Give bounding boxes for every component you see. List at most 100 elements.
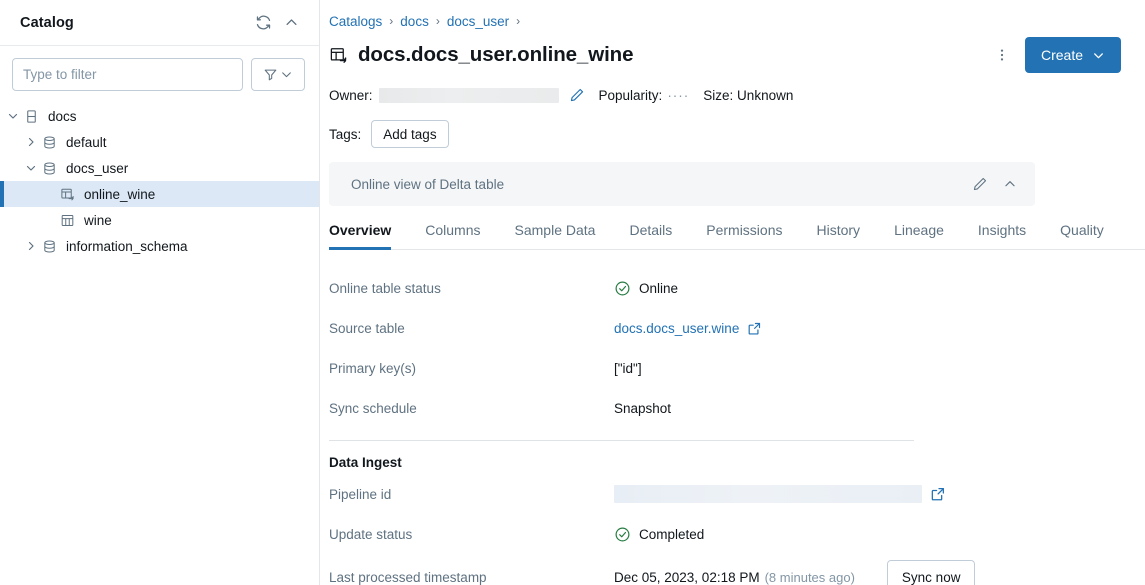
sync-now-button[interactable]: Sync now bbox=[887, 560, 976, 585]
pipeline-id-redacted bbox=[614, 485, 922, 503]
tab-quality[interactable]: Quality bbox=[1060, 218, 1104, 250]
page-title: docs.docs_user.online_wine bbox=[358, 43, 633, 67]
property-row-last-processed-timestamp: Last processed timestamp Dec 05, 2023, 0… bbox=[329, 554, 1029, 585]
popularity-value: ···· bbox=[667, 88, 689, 103]
timestamp-text: Dec 05, 2023, 02:18 PM bbox=[614, 570, 760, 585]
tree-item-label: information_schema bbox=[66, 239, 188, 254]
breadcrumb-separator: › bbox=[516, 14, 520, 28]
add-tags-button[interactable]: Add tags bbox=[371, 120, 448, 148]
sidebar-title: Catalog bbox=[20, 15, 249, 31]
popularity-label: Popularity: bbox=[599, 88, 663, 103]
chevron-up-icon[interactable] bbox=[995, 169, 1025, 199]
tree-item-docs_user[interactable]: docs_user bbox=[0, 155, 319, 181]
tab-details[interactable]: Details bbox=[629, 218, 672, 250]
tab-history[interactable]: History bbox=[817, 218, 861, 250]
tree-item-docs[interactable]: docs bbox=[0, 103, 319, 129]
funnel-icon bbox=[263, 67, 278, 82]
breadcrumb: Catalogs › docs › docs_user › bbox=[329, 8, 1121, 32]
create-button[interactable]: Create bbox=[1025, 37, 1121, 73]
filter-button[interactable] bbox=[251, 58, 305, 91]
catalog-tree: docs default docs_user online_winewine infor… bbox=[0, 101, 319, 259]
chevron-up-icon[interactable] bbox=[277, 9, 305, 37]
tab-insights[interactable]: Insights bbox=[978, 218, 1026, 250]
tree-item-label: online_wine bbox=[84, 187, 155, 202]
tab-overview[interactable]: Overview bbox=[329, 218, 391, 250]
breadcrumb-item-catalogs[interactable]: Catalogs bbox=[329, 14, 382, 29]
relative-time-text: (8 minutes ago) bbox=[765, 570, 855, 585]
sidebar-header: Catalog bbox=[0, 0, 319, 46]
breadcrumb-separator: › bbox=[436, 14, 440, 28]
chevron-down-icon bbox=[280, 68, 293, 81]
overview-properties: Online table status Online Source table … bbox=[329, 268, 919, 585]
breadcrumb-item-docs[interactable]: docs bbox=[400, 14, 429, 29]
property-value: Completed bbox=[614, 526, 1029, 543]
property-label: Pipeline id bbox=[329, 487, 614, 502]
property-value: Dec 05, 2023, 02:18 PM (8 minutes ago) S… bbox=[614, 560, 1029, 585]
property-value: docs.docs_user.wine bbox=[614, 321, 762, 336]
description-box: Online view of Delta table bbox=[329, 162, 1035, 206]
owner-value-redacted bbox=[379, 88, 559, 103]
property-value: Online bbox=[614, 280, 678, 297]
property-value bbox=[614, 485, 1029, 503]
property-value: Snapshot bbox=[614, 401, 671, 416]
tree-item-label: docs bbox=[48, 109, 77, 124]
property-label: Primary key(s) bbox=[329, 361, 614, 376]
refresh-icon[interactable] bbox=[249, 9, 277, 37]
tags-label: Tags: bbox=[329, 127, 361, 142]
app-root: Catalog bbox=[0, 0, 1145, 585]
check-circle-icon bbox=[614, 280, 631, 297]
property-row-sync-schedule: Sync schedule Snapshot bbox=[329, 388, 919, 428]
owner-label: Owner: bbox=[329, 88, 373, 103]
description-text: Online view of Delta table bbox=[351, 177, 965, 192]
section-divider bbox=[329, 440, 914, 441]
chevron-down-icon[interactable] bbox=[22, 159, 40, 177]
chevron-down-icon[interactable] bbox=[4, 107, 22, 125]
chevron-down-icon bbox=[1092, 49, 1105, 62]
property-row-online-table-status: Online table status Online bbox=[329, 268, 919, 308]
chevron-right-icon[interactable] bbox=[22, 133, 40, 151]
size-label: Size: Unknown bbox=[703, 88, 793, 103]
property-row-update-status: Update status Completed bbox=[329, 514, 1029, 554]
more-vertical-icon[interactable] bbox=[987, 40, 1017, 70]
tree-item-label: docs_user bbox=[66, 161, 128, 176]
external-link-icon[interactable] bbox=[747, 321, 762, 336]
sidebar-filter-row bbox=[0, 46, 319, 101]
property-label: Source table bbox=[329, 321, 614, 336]
tree-item-default[interactable]: default bbox=[0, 129, 319, 155]
tags-row: Tags: Add tags bbox=[329, 120, 1121, 148]
property-row-source-table: Source table docs.docs_user.wine bbox=[329, 308, 919, 348]
metadata-row: Owner: Popularity: ···· Size: Unknown bbox=[329, 84, 1121, 106]
external-link-icon[interactable] bbox=[930, 486, 946, 502]
tab-lineage[interactable]: Lineage bbox=[894, 218, 944, 250]
breadcrumb-separator: › bbox=[389, 14, 393, 28]
property-label: Online table status bbox=[329, 281, 614, 296]
catalog-sidebar: Catalog bbox=[0, 0, 320, 585]
property-value: ["id"] bbox=[614, 361, 642, 376]
property-label: Last processed timestamp bbox=[329, 570, 614, 585]
tab-permissions[interactable]: Permissions bbox=[706, 218, 782, 250]
tab-sample-data[interactable]: Sample Data bbox=[515, 218, 596, 250]
pencil-icon[interactable] bbox=[965, 169, 995, 199]
main-panel: Catalogs › docs › docs_user › docs.docs_user.… bbox=[320, 0, 1145, 585]
title-row: docs.docs_user.online_wine Create bbox=[329, 38, 1121, 72]
online-table-icon bbox=[58, 185, 76, 203]
source-table-link[interactable]: docs.docs_user.wine bbox=[614, 321, 739, 336]
status-text: Online bbox=[639, 281, 678, 296]
tree-item-label: wine bbox=[84, 213, 112, 228]
online-table-icon bbox=[329, 46, 348, 65]
tab-columns[interactable]: Columns bbox=[425, 218, 480, 250]
tree-item-label: default bbox=[66, 135, 107, 150]
search-input[interactable] bbox=[12, 58, 243, 91]
schema-icon bbox=[40, 237, 58, 255]
catalog-icon bbox=[22, 107, 40, 125]
property-label: Update status bbox=[329, 527, 614, 542]
tree-item-online_wine[interactable]: online_wine bbox=[0, 181, 319, 207]
tree-item-wine[interactable]: wine bbox=[0, 207, 319, 233]
tree-item-information_schema[interactable]: information_schema bbox=[0, 233, 319, 259]
property-label: Sync schedule bbox=[329, 401, 614, 416]
check-circle-icon bbox=[614, 526, 631, 543]
breadcrumb-item-docs_user[interactable]: docs_user bbox=[447, 14, 509, 29]
update-status-text: Completed bbox=[639, 527, 704, 542]
chevron-right-icon[interactable] bbox=[22, 237, 40, 255]
pencil-icon[interactable] bbox=[569, 87, 585, 103]
